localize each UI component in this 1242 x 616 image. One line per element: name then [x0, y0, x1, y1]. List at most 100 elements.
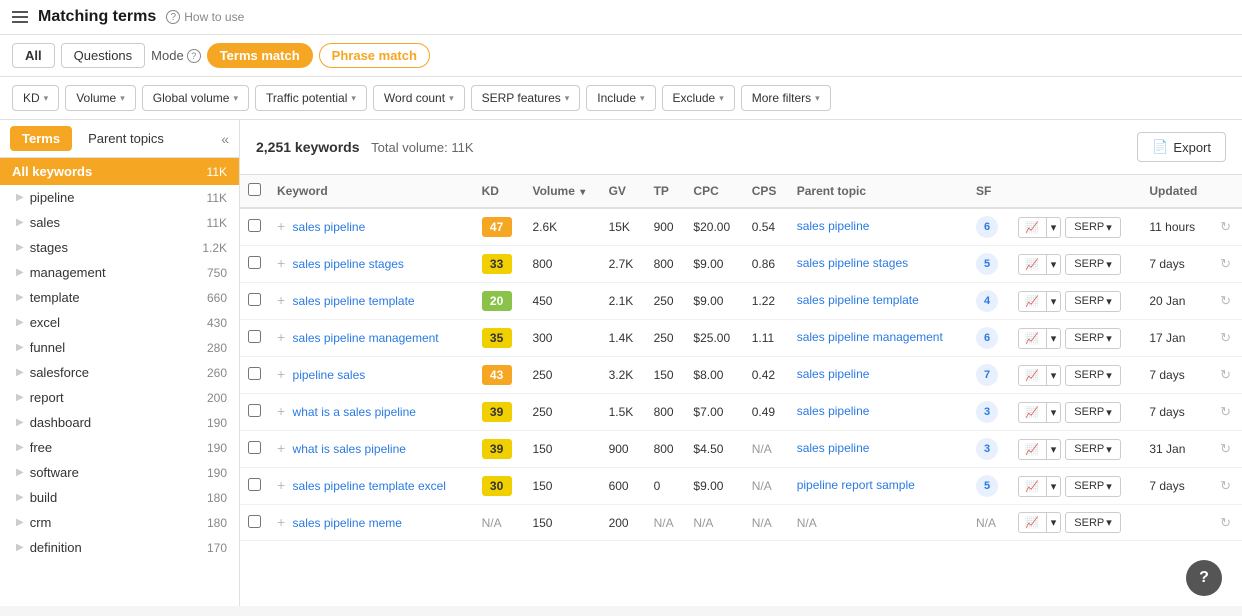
- sidebar-item[interactable]: ▶ crm 180: [0, 510, 239, 535]
- parent-topic-link[interactable]: sales pipeline: [797, 441, 870, 455]
- refresh-icon[interactable]: ↻: [1220, 515, 1231, 530]
- include-filter[interactable]: Include ▾: [586, 85, 655, 111]
- refresh-icon[interactable]: ↻: [1220, 256, 1231, 271]
- row-checkbox[interactable]: [248, 515, 261, 528]
- tab-all[interactable]: All: [12, 43, 55, 68]
- keyword-link[interactable]: sales pipeline: [293, 220, 366, 234]
- serp-button[interactable]: SERP ▾: [1065, 254, 1121, 275]
- row-checkbox[interactable]: [248, 404, 261, 417]
- trend-button[interactable]: 📈 ▾: [1018, 328, 1061, 349]
- sidebar-item[interactable]: ▶ stages 1.2K: [0, 235, 239, 260]
- trend-button[interactable]: 📈 ▾: [1018, 476, 1061, 497]
- trend-caret-icon[interactable]: ▾: [1046, 403, 1061, 422]
- parent-topic-link[interactable]: sales pipeline template: [797, 293, 919, 307]
- keyword-link[interactable]: what is sales pipeline: [293, 442, 406, 456]
- refresh-icon[interactable]: ↻: [1220, 478, 1231, 493]
- sidebar-item[interactable]: ▶ dashboard 190: [0, 410, 239, 435]
- refresh-cell[interactable]: ↻: [1212, 357, 1242, 394]
- exclude-filter[interactable]: Exclude ▾: [662, 85, 735, 111]
- sidebar-item[interactable]: ▶ template 660: [0, 285, 239, 310]
- sidebar-item[interactable]: ▶ pipeline 11K: [0, 185, 239, 210]
- tab-questions[interactable]: Questions: [61, 43, 146, 68]
- sidebar-item[interactable]: ▶ software 190: [0, 460, 239, 485]
- col-volume[interactable]: Volume ▾: [524, 175, 600, 208]
- serp-button[interactable]: SERP ▾: [1065, 328, 1121, 349]
- volume-filter[interactable]: Volume ▾: [65, 85, 136, 111]
- serp-button[interactable]: SERP ▾: [1065, 365, 1121, 386]
- sidebar-item[interactable]: ▶ report 200: [0, 385, 239, 410]
- keyword-link[interactable]: sales pipeline template excel: [293, 479, 446, 493]
- sidebar-tab-parent-topics[interactable]: Parent topics: [76, 126, 176, 151]
- keyword-link[interactable]: sales pipeline management: [293, 331, 439, 345]
- keyword-link[interactable]: sales pipeline template: [293, 294, 415, 308]
- serp-features-filter[interactable]: SERP features ▾: [471, 85, 581, 111]
- keyword-link[interactable]: pipeline sales: [293, 368, 366, 382]
- collapse-sidebar-button[interactable]: «: [221, 131, 229, 147]
- add-keyword-button[interactable]: +: [277, 403, 285, 419]
- row-checkbox[interactable]: [248, 478, 261, 491]
- sidebar-tab-terms[interactable]: Terms: [10, 126, 72, 151]
- add-keyword-button[interactable]: +: [277, 218, 285, 234]
- parent-topic-link[interactable]: sales pipeline stages: [797, 256, 908, 270]
- refresh-icon[interactable]: ↻: [1220, 293, 1231, 308]
- row-checkbox[interactable]: [248, 256, 261, 269]
- trend-caret-icon[interactable]: ▾: [1046, 329, 1061, 348]
- refresh-cell[interactable]: ↻: [1212, 394, 1242, 431]
- tab-terms-match[interactable]: Terms match: [207, 43, 313, 68]
- kd-filter[interactable]: KD ▾: [12, 85, 59, 111]
- refresh-icon[interactable]: ↻: [1220, 441, 1231, 456]
- select-all-header[interactable]: [240, 175, 269, 208]
- row-checkbox[interactable]: [248, 330, 261, 343]
- trend-caret-icon[interactable]: ▾: [1046, 366, 1061, 385]
- sidebar-item[interactable]: ▶ funnel 280: [0, 335, 239, 360]
- row-checkbox[interactable]: [248, 219, 261, 232]
- refresh-cell[interactable]: ↻: [1212, 505, 1242, 541]
- keyword-link[interactable]: sales pipeline meme: [293, 516, 402, 530]
- refresh-icon[interactable]: ↻: [1220, 367, 1231, 382]
- trend-button[interactable]: 📈 ▾: [1018, 439, 1061, 460]
- parent-topic-link[interactable]: sales pipeline management: [797, 330, 943, 344]
- more-filters[interactable]: More filters ▾: [741, 85, 831, 111]
- refresh-cell[interactable]: ↻: [1212, 208, 1242, 246]
- all-keywords-item[interactable]: All keywords 11K: [0, 158, 239, 185]
- serp-button[interactable]: SERP ▾: [1065, 402, 1121, 423]
- serp-button[interactable]: SERP ▾: [1065, 512, 1121, 533]
- row-checkbox-cell[interactable]: [240, 394, 269, 431]
- row-checkbox[interactable]: [248, 293, 261, 306]
- mode-help-icon[interactable]: ?: [187, 49, 201, 63]
- refresh-cell[interactable]: ↻: [1212, 283, 1242, 320]
- sidebar-item[interactable]: ▶ management 750: [0, 260, 239, 285]
- how-to-use-link[interactable]: ? How to use: [166, 10, 244, 24]
- sidebar-item[interactable]: ▶ sales 11K: [0, 210, 239, 235]
- add-keyword-button[interactable]: +: [277, 366, 285, 382]
- trend-caret-icon[interactable]: ▾: [1046, 513, 1061, 532]
- parent-topic-link[interactable]: sales pipeline: [797, 219, 870, 233]
- add-keyword-button[interactable]: +: [277, 477, 285, 493]
- sidebar-item[interactable]: ▶ free 190: [0, 435, 239, 460]
- trend-button[interactable]: 📈 ▾: [1018, 365, 1061, 386]
- add-keyword-button[interactable]: +: [277, 255, 285, 271]
- help-bubble[interactable]: ?: [1186, 560, 1222, 596]
- parent-topic-link[interactable]: sales pipeline: [797, 404, 870, 418]
- row-checkbox-cell[interactable]: [240, 208, 269, 246]
- refresh-cell[interactable]: ↻: [1212, 320, 1242, 357]
- refresh-cell[interactable]: ↻: [1212, 246, 1242, 283]
- row-checkbox[interactable]: [248, 441, 261, 454]
- tab-phrase-match[interactable]: Phrase match: [319, 43, 430, 68]
- hamburger-menu[interactable]: [12, 11, 28, 23]
- row-checkbox-cell[interactable]: [240, 357, 269, 394]
- export-button[interactable]: 📄 Export: [1137, 132, 1226, 162]
- trend-caret-icon[interactable]: ▾: [1046, 477, 1061, 496]
- refresh-cell[interactable]: ↻: [1212, 468, 1242, 505]
- refresh-icon[interactable]: ↻: [1220, 219, 1231, 234]
- row-checkbox-cell[interactable]: [240, 320, 269, 357]
- trend-button[interactable]: 📈 ▾: [1018, 402, 1061, 423]
- serp-button[interactable]: SERP ▾: [1065, 217, 1121, 238]
- refresh-icon[interactable]: ↻: [1220, 330, 1231, 345]
- parent-topic-link[interactable]: sales pipeline: [797, 367, 870, 381]
- serp-button[interactable]: SERP ▾: [1065, 291, 1121, 312]
- trend-button[interactable]: 📈 ▾: [1018, 217, 1061, 238]
- refresh-icon[interactable]: ↻: [1220, 404, 1231, 419]
- sidebar-item[interactable]: ▶ build 180: [0, 485, 239, 510]
- traffic-potential-filter[interactable]: Traffic potential ▾: [255, 85, 367, 111]
